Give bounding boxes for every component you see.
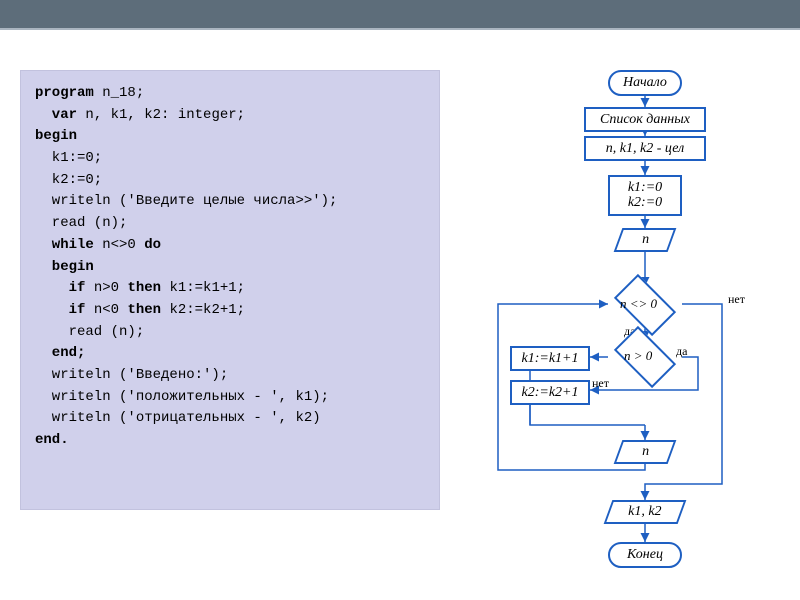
- pascal-code: program n_18; var n, k1, k2: integer; be…: [20, 70, 440, 510]
- kw-var: var: [35, 107, 77, 123]
- kw-then1: then: [127, 280, 161, 296]
- code-l12: read (n);: [35, 324, 144, 340]
- code-l10b: n>0: [85, 280, 127, 296]
- flow-start: Начало: [608, 70, 682, 96]
- flow-end: Конец: [608, 542, 682, 568]
- flow-read-n1: n: [614, 228, 677, 252]
- kw-if1: if: [35, 280, 85, 296]
- flow-vars-label: n, k1, k2 - цел: [606, 141, 684, 156]
- kw-while: while: [35, 237, 94, 253]
- code-l14: writeln ('Введено:');: [35, 367, 228, 383]
- flowchart: Начало Список данных n, k1, k2 - цел k1:…: [460, 70, 770, 580]
- flow-read-n1-label: n: [642, 232, 649, 247]
- code-l4: k1:=0;: [35, 150, 102, 166]
- flow-output-label: k1, k2: [628, 504, 661, 519]
- flow-cond2-no: нет: [592, 376, 609, 391]
- flow-cond2-yes: да: [676, 344, 687, 359]
- kw-then2: then: [127, 302, 161, 318]
- code-l8b: n<>0: [94, 237, 144, 253]
- flow-assign-k2-label: k2:=k2+1: [522, 385, 579, 400]
- code-l15: writeln ('положительных - ', k1);: [35, 389, 329, 405]
- kw-begin2: begin: [35, 259, 94, 275]
- code-l6: writeln ('Введите целые числа>>');: [35, 193, 337, 209]
- flow-read-n2-label: n: [642, 444, 649, 459]
- flow-end-label: Конец: [627, 547, 663, 562]
- kw-if2: if: [35, 302, 85, 318]
- flow-assign-k2: k2:=k2+1: [510, 380, 590, 405]
- flow-datalist: Список данных: [584, 107, 706, 132]
- flow-init-label: k1:=0 k2:=0: [628, 180, 662, 211]
- flow-assign-k1: k1:=k1+1: [510, 346, 590, 371]
- content-area: program n_18; var n, k1, k2: integer; be…: [0, 30, 800, 600]
- code-l1b: n_18;: [94, 85, 144, 101]
- code-l16: writeln ('отрицательных - ', k2): [35, 410, 321, 426]
- code-l7: read (n);: [35, 215, 127, 231]
- flow-cond1-label: n <> 0: [620, 296, 657, 312]
- flow-output: k1, k2: [604, 500, 687, 524]
- flow-cond2-label: n > 0: [624, 348, 652, 364]
- kw-end1: end;: [35, 345, 85, 361]
- title-bar: [0, 0, 800, 30]
- code-l11b: n<0: [85, 302, 127, 318]
- flow-init: k1:=0 k2:=0: [608, 175, 682, 216]
- code-l2b: n, k1, k2: integer;: [77, 107, 245, 123]
- code-l10d: k1:=k1+1;: [161, 280, 245, 296]
- flow-datalist-label: Список данных: [600, 112, 690, 127]
- kw-begin: begin: [35, 128, 77, 144]
- code-l5: k2:=0;: [35, 172, 102, 188]
- kw-end2: end.: [35, 432, 69, 448]
- code-l11d: k2:=k2+1;: [161, 302, 245, 318]
- flow-read-n2: n: [614, 440, 677, 464]
- flow-start-label: Начало: [623, 75, 667, 90]
- flow-vars: n, k1, k2 - цел: [584, 136, 706, 161]
- kw-program: program: [35, 85, 94, 101]
- kw-do: do: [144, 237, 161, 253]
- flow-assign-k1-label: k1:=k1+1: [522, 351, 579, 366]
- flow-cond1-no: нет: [728, 292, 745, 307]
